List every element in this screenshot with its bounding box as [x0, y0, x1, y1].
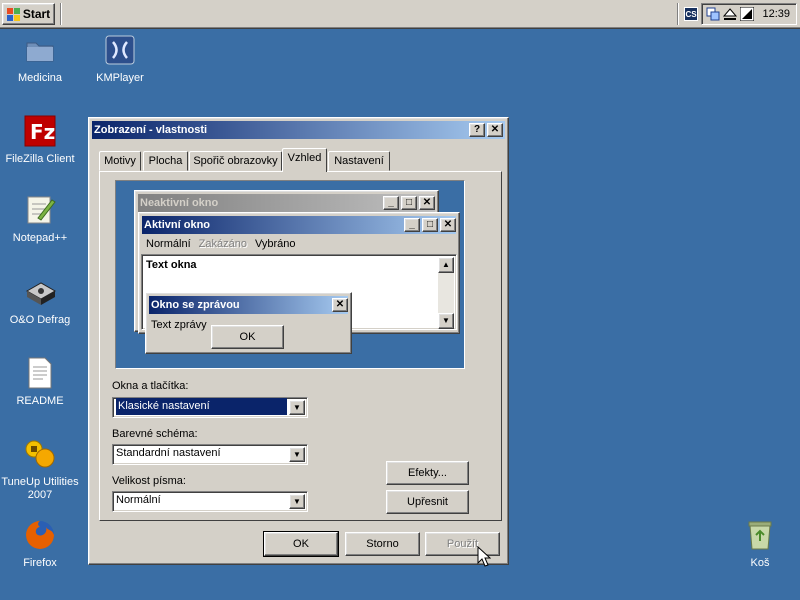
document-icon: [23, 356, 57, 390]
menu-item-normal: Normální: [146, 238, 191, 250]
preview-window-text: Text okna: [146, 259, 197, 271]
scroll-up-icon: ▲: [438, 257, 454, 273]
defrag-icon: [23, 275, 57, 309]
filezilla-icon: Fz: [23, 114, 57, 148]
recycle-bin-icon: [743, 518, 777, 552]
dialog-title: Zobrazení - vlastnosti: [94, 124, 208, 136]
effects-button[interactable]: Efekty...: [386, 461, 469, 485]
taskbar-separator: [60, 3, 62, 25]
tab-vzhled[interactable]: Vzhled: [282, 148, 327, 172]
dropdown-arrow-icon[interactable]: ▼: [289, 494, 305, 509]
close-icon: ✕: [440, 218, 456, 232]
preview-ok-button: OK: [211, 325, 284, 349]
tab-sporic[interactable]: Spořič obrazovky: [189, 151, 282, 171]
tuneup-icon: [23, 437, 57, 471]
tab-nastaveni[interactable]: Nastavení: [328, 151, 390, 171]
svg-text:Fz: Fz: [30, 120, 55, 144]
network-icon[interactable]: [706, 7, 720, 21]
color-scheme-value: Standardní nastavení: [116, 447, 221, 459]
windows-logo-icon: [6, 7, 20, 21]
taskbar-separator: [677, 3, 679, 25]
eject-icon[interactable]: [722, 7, 738, 21]
close-icon: ✕: [332, 298, 348, 312]
preview-active-title: Aktivní okno _ □ ✕: [142, 216, 456, 234]
desktop-icon-oo-defrag[interactable]: O&O Defrag: [0, 275, 80, 327]
preview-message-title: Okno se zprávou ✕: [149, 296, 348, 314]
dropdown-arrow-icon[interactable]: ▼: [289, 400, 305, 415]
scroll-down-icon: ▼: [438, 313, 454, 329]
firefox-icon: [23, 518, 57, 552]
desktop-icon-filezilla[interactable]: Fz FileZilla Client: [0, 114, 80, 166]
maximize-icon: □: [401, 196, 417, 210]
maximize-icon: □: [422, 218, 438, 232]
preview-menu-bar: Normální Zakázáno Vybráno: [142, 235, 454, 253]
close-icon: ✕: [419, 196, 435, 210]
system-tray: 12:39: [701, 3, 797, 25]
desktop-icon-firefox[interactable]: Firefox: [0, 518, 80, 570]
help-button[interactable]: ?: [469, 123, 485, 137]
color-scheme-select[interactable]: Standardní nastavení ▼: [112, 444, 308, 465]
color-scheme-label: Barevné schéma:: [112, 428, 198, 440]
minimize-icon: _: [404, 218, 420, 232]
cs-icon[interactable]: CS: [684, 7, 698, 21]
kmplayer-icon: [103, 33, 137, 67]
folder-icon: [23, 33, 57, 67]
tab-motivy[interactable]: Motivy: [99, 151, 141, 171]
desktop-icon-readme[interactable]: README: [0, 356, 80, 408]
font-size-label: Velikost písma:: [112, 475, 186, 487]
tab-plocha[interactable]: Plocha: [143, 151, 188, 171]
close-button[interactable]: ✕: [487, 123, 503, 137]
taskbar: Start CS 12:39: [0, 0, 800, 29]
desktop-icon-tuneup[interactable]: TuneUp Utilities 2007: [0, 437, 80, 502]
dropdown-arrow-icon[interactable]: ▼: [289, 447, 305, 462]
cancel-button[interactable]: Storno: [345, 532, 420, 556]
dialog-titlebar[interactable]: Zobrazení - vlastnosti ? ✕: [92, 121, 505, 139]
start-button[interactable]: Start: [2, 3, 55, 25]
ok-button[interactable]: OK: [263, 531, 339, 557]
volume-icon[interactable]: [739, 6, 755, 22]
menu-item-disabled: Zakázáno: [198, 238, 247, 250]
menu-item-selected: Vybráno: [254, 238, 296, 250]
mouse-cursor-icon: [477, 546, 491, 567]
windows-buttons-select[interactable]: Klasické nastavení ▼: [112, 397, 308, 418]
notepadpp-icon: [23, 193, 57, 227]
preview-message-text: Text zprávy: [151, 319, 207, 331]
clock[interactable]: 12:39: [762, 8, 790, 20]
advanced-button[interactable]: Upřesnit: [386, 490, 469, 514]
font-size-select[interactable]: Normální ▼: [112, 491, 308, 512]
desktop-icon-recycle-bin[interactable]: Koš: [720, 518, 800, 570]
preview-inactive-title: Neaktivní okno _ □ ✕: [138, 194, 435, 212]
font-size-value: Normální: [116, 494, 161, 506]
preview-scrollbar: ▲ ▼: [438, 257, 454, 329]
desktop-icon-medicina[interactable]: Medicina: [0, 33, 80, 85]
desktop-icon-kmplayer[interactable]: KMPlayer: [80, 33, 160, 85]
desktop-icon-notepadpp[interactable]: Notepad++: [0, 193, 80, 245]
start-label: Start: [22, 7, 51, 21]
windows-buttons-label: Okna a tlačítka:: [112, 380, 189, 392]
windows-buttons-value: Klasické nastavení: [116, 398, 287, 415]
minimize-icon: _: [383, 196, 399, 210]
